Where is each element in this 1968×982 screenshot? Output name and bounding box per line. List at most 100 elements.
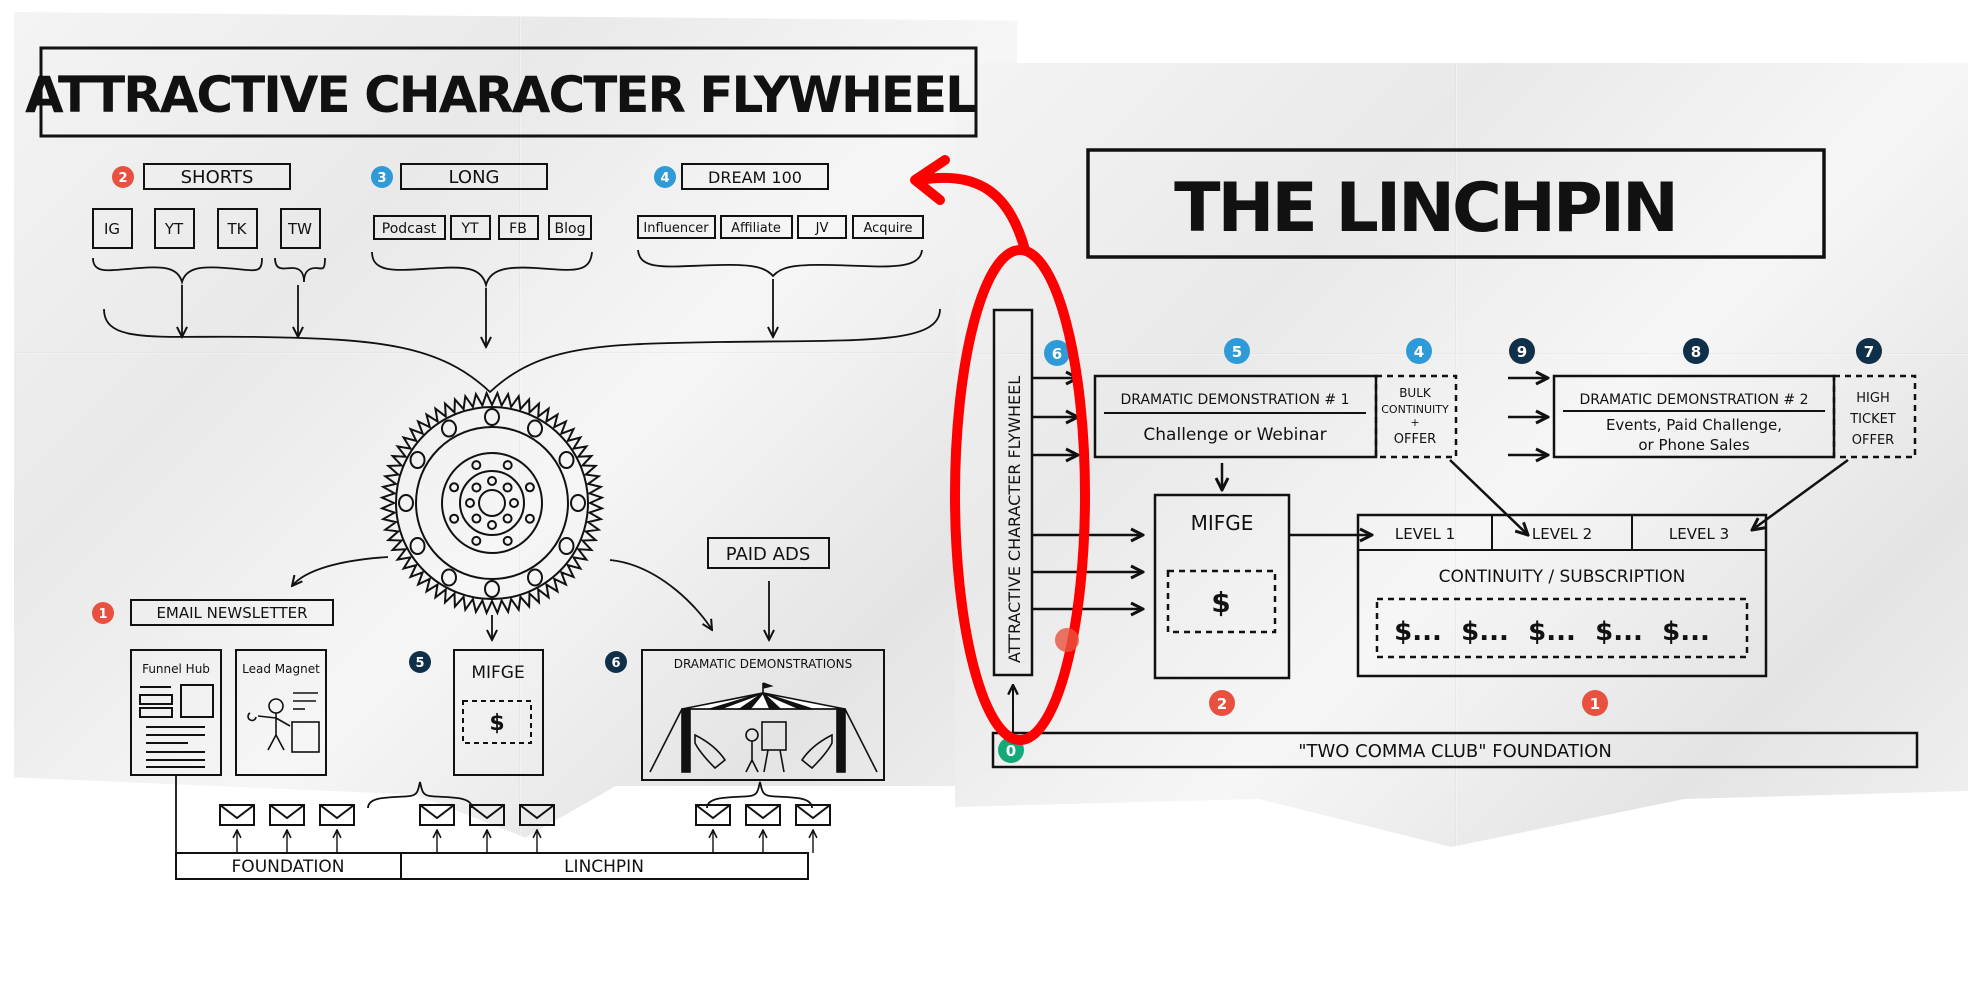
top-braces <box>92 249 941 394</box>
high-ticket-line: TICKET <box>1849 412 1896 427</box>
lead-magnet-label: Lead Magnet <box>242 662 320 676</box>
badge-label: 4 <box>1414 343 1424 361</box>
dd2-body: or Phone Sales <box>1638 436 1749 454</box>
gear-hole <box>487 476 497 486</box>
badge-label: 6 <box>1052 345 1062 363</box>
item-influencer: Influencer <box>643 221 709 236</box>
gear-hole <box>484 580 500 598</box>
vertical-flywheel-label: ATTRACTIVE CHARACTER FLYWHEEL <box>1005 376 1024 663</box>
bulk-line: BULK <box>1399 386 1432 400</box>
paid-ads-label: PAID ADS <box>726 544 811 565</box>
brace-shorts <box>92 257 263 286</box>
email-newsletter-section: 1 EMAIL NEWSLETTER Funnel Hub Lead Magne… <box>92 599 334 776</box>
payments-row: $... $... $... $... $... <box>1394 617 1710 647</box>
badge-label: 1 <box>98 607 107 622</box>
gear-hole <box>527 419 543 438</box>
gear-hole <box>441 568 457 587</box>
item-jv: JV <box>815 221 829 236</box>
gear-hole <box>509 498 519 508</box>
red-curved-arrow <box>915 172 1030 255</box>
high-ticket-line: HIGH <box>1856 391 1889 406</box>
level-3-tab: LEVEL 3 <box>1669 525 1729 543</box>
group-label-long: LONG <box>449 167 500 188</box>
circus-tent-icon <box>649 682 878 773</box>
red-annotation <box>910 155 1090 745</box>
hidden-badge <box>1055 628 1079 652</box>
envelope-icon <box>319 804 355 853</box>
continuity-box: LEVEL 1 LEVEL 2 LEVEL 3 CONTINUITY / SUB… <box>1356 513 1768 716</box>
item-yt: YT <box>164 220 184 238</box>
two-comma-club-bar: 0 "TWO COMMA CLUB" FOUNDATION <box>991 731 1919 769</box>
right-top-badges: 6 5 4 9 8 7 <box>1044 338 1882 366</box>
group-label-shorts: SHORTS <box>181 167 254 188</box>
gear-hole <box>398 494 414 512</box>
envelope-icon <box>219 804 255 853</box>
dd2-body: Events, Paid Challenge, <box>1606 416 1782 434</box>
brace-dream <box>637 249 923 278</box>
gear-hole <box>527 568 543 587</box>
badge-label: 0 <box>1006 742 1016 760</box>
level-1-tab: LEVEL 1 <box>1395 525 1455 543</box>
gear-hole <box>570 494 586 512</box>
gear-hole <box>558 451 575 469</box>
dd2-heading: DRAMATIC DEMONSTRATION # 2 <box>1580 392 1809 408</box>
envelope-icon <box>795 804 831 853</box>
item-tw: TW <box>287 220 312 238</box>
funnel-hub-card: Funnel Hub <box>130 649 222 776</box>
gear-hole <box>502 482 513 493</box>
right-mifge-box: MIFGE $ 2 <box>1153 493 1291 716</box>
badge-label: 8 <box>1691 343 1701 361</box>
diagram-canvas: ATTRACTIVE CHARACTER FLYWHEEL 2 SHORTS I… <box>25 46 1919 880</box>
lead-magnet-card: Lead Magnet <box>235 649 327 776</box>
bulk-line: OFFER <box>1394 432 1436 447</box>
gear-hole <box>409 537 426 555</box>
continuity-label: CONTINUITY / SUBSCRIPTION <box>1439 567 1686 587</box>
envelopes <box>219 804 831 853</box>
dollar-icon: $ <box>489 711 504 736</box>
left-title-box: ATTRACTIVE CHARACTER FLYWHEEL <box>25 46 978 138</box>
payment-item: $... <box>1394 617 1442 647</box>
payment-item: $... <box>1528 617 1576 647</box>
badge-label: 5 <box>415 656 424 671</box>
gear-hole <box>471 482 482 493</box>
payment-item: $... <box>1662 617 1710 647</box>
email-newsletter-label: EMAIL NEWSLETTER <box>156 604 307 622</box>
dd1-heading: DRAMATIC DEMONSTRATION # 1 <box>1121 392 1350 408</box>
group-dream100: 4 DREAM 100 Influencer Affiliate JV Acqu… <box>637 163 924 239</box>
right-mifge-label: MIFGE <box>1191 511 1254 535</box>
item-acquire: Acquire <box>864 221 913 236</box>
gear-hole <box>449 482 460 493</box>
gear-hole <box>449 513 460 524</box>
right-title: THE LINCHPIN <box>1174 169 1676 248</box>
item-ig: IG <box>104 220 120 238</box>
gear-hole <box>409 451 426 469</box>
foundation-linchpin-bar: FOUNDATION LINCHPIN <box>175 852 809 880</box>
payment-item: $... <box>1595 617 1643 647</box>
demos-label: DRAMATIC DEMONSTRATIONS <box>674 657 853 671</box>
gear-hole <box>524 482 535 493</box>
gear-hole <box>487 520 497 530</box>
item-yt: YT <box>460 221 479 237</box>
badge-label: 7 <box>1864 343 1874 361</box>
brace-long <box>371 251 593 289</box>
item-affiliate: Affiliate <box>731 221 781 236</box>
badge-label: 4 <box>660 171 669 186</box>
dd2-box: DRAMATIC DEMONSTRATION # 2 Events, Paid … <box>1552 374 1836 459</box>
high-ticket-line: OFFER <box>1852 433 1894 448</box>
linchpin-label: LINCHPIN <box>564 857 644 877</box>
high-ticket-box: HIGH TICKET OFFER <box>1832 374 1917 459</box>
dollar-icon: $ <box>1211 586 1230 619</box>
badge-label: 9 <box>1517 343 1527 361</box>
item-fb: FB <box>509 221 527 237</box>
right-title-box: THE LINCHPIN <box>1086 148 1826 259</box>
gear-hole <box>441 419 457 438</box>
envelope-icon <box>745 804 781 853</box>
item-podcast: Podcast <box>382 221 437 237</box>
bulk-offer-box: BULK CONTINUITY + OFFER <box>1374 374 1458 459</box>
brace-tw <box>274 257 326 283</box>
foundation-label: FOUNDATION <box>232 857 345 877</box>
gear-hole <box>558 537 575 555</box>
badge-label: 3 <box>377 171 386 186</box>
item-blog: Blog <box>555 221 586 237</box>
left-mifge-label: MIFGE <box>471 663 524 683</box>
